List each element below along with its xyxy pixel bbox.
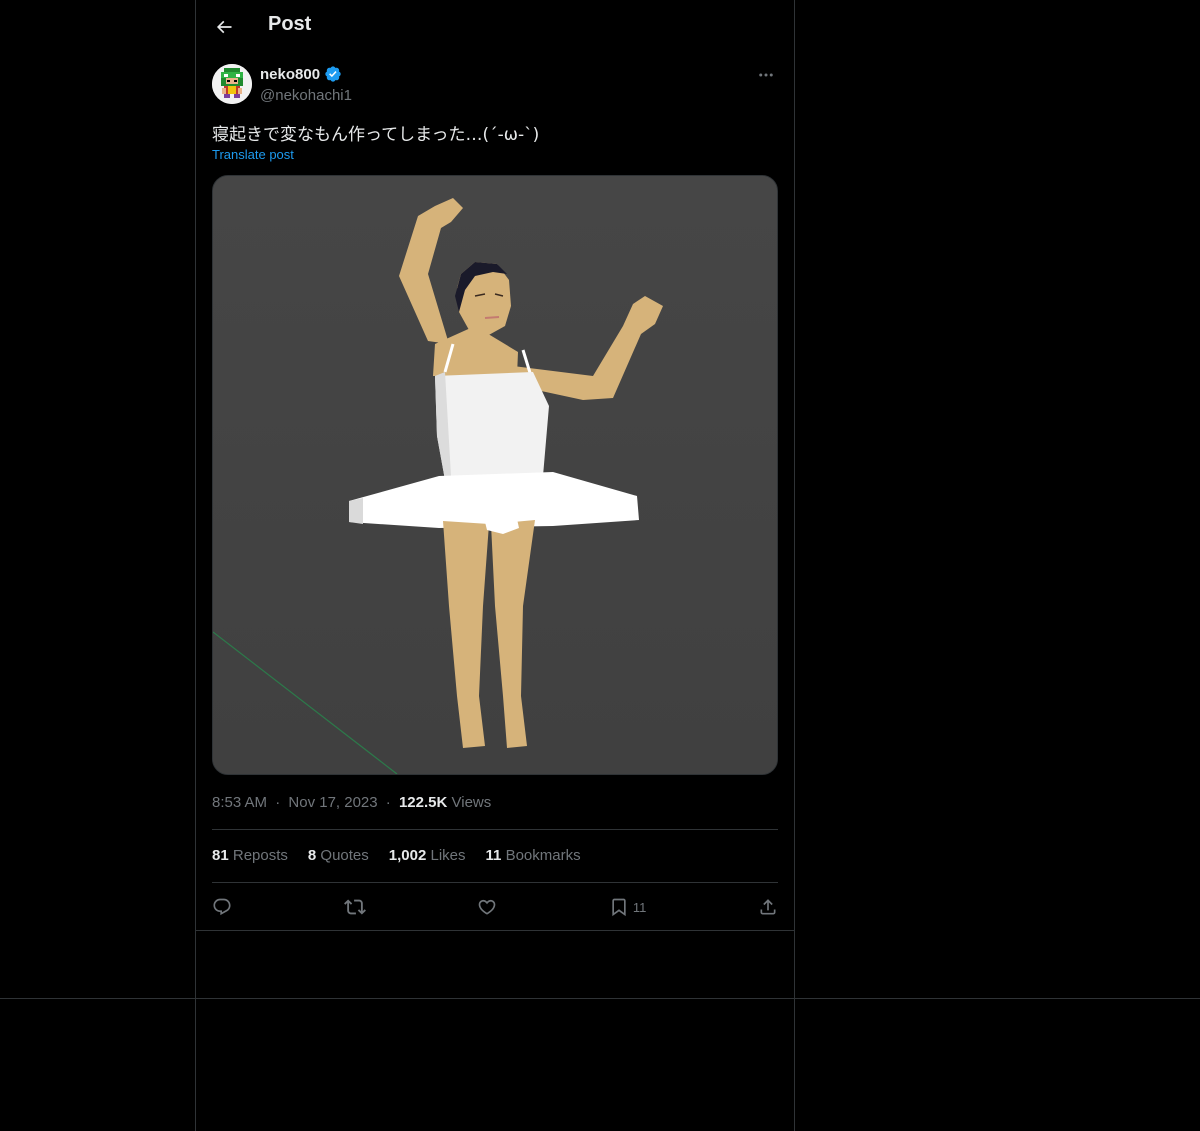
post-date[interactable]: Nov 17, 2023	[288, 794, 377, 811]
views-count: 122.5K	[398, 794, 448, 811]
post-media[interactable]	[212, 175, 778, 775]
back-button[interactable]	[208, 11, 240, 43]
quotes-label: Quotes	[320, 847, 369, 864]
repost-icon	[343, 899, 366, 915]
share-icon	[760, 899, 776, 915]
post-actions: 11	[212, 892, 778, 922]
bookmarks-count: 11	[485, 847, 502, 864]
reposts-stat[interactable]: 81 Reposts	[212, 847, 288, 864]
heart-icon	[478, 899, 496, 915]
share-button[interactable]	[758, 897, 778, 917]
post-stats: 81 Reposts 8 Quotes 1,002 Likes 11 Bookm…	[212, 847, 581, 864]
author-name-row: neko800	[260, 65, 342, 83]
quotes-count: 8	[307, 847, 317, 864]
arrow-left-icon	[216, 20, 232, 34]
ballerina-3d-render-image	[213, 176, 777, 774]
post-text: 寝起きで変なもん作ってしまった…(´-ω-`)	[212, 125, 540, 145]
pixel-avatar-icon	[212, 64, 252, 104]
reposts-count: 81	[212, 847, 229, 864]
post-author: neko800 @nekohachi1	[212, 64, 778, 108]
post-header: Post	[196, 0, 794, 54]
reposts-label: Reposts	[232, 847, 288, 864]
likes-count: 1,002	[388, 847, 427, 864]
stats-divider-top	[212, 829, 778, 830]
bookmarks-stat[interactable]: 11 Bookmarks	[486, 847, 581, 864]
more-options-button[interactable]	[754, 64, 778, 86]
author-display-name[interactable]: neko800	[260, 66, 320, 83]
post-time[interactable]: 8:53 AM	[212, 794, 267, 811]
verified-badge-icon	[325, 66, 341, 82]
likes-label: Likes	[430, 847, 466, 864]
bookmark-button[interactable]: 11	[609, 897, 647, 917]
meta-separator: ·	[275, 794, 281, 811]
meta-separator-2: ·	[385, 794, 391, 811]
reply-icon	[213, 898, 231, 916]
page-title: Post	[268, 13, 312, 35]
bookmark-icon	[612, 898, 626, 917]
translate-post-link[interactable]: Translate post	[212, 147, 294, 162]
more-dots-icon	[759, 73, 773, 77]
like-button[interactable]	[477, 897, 497, 917]
page: Post neko800 @nekohachi1 寝起きで変なもん作ってしまった…	[0, 0, 1200, 1131]
author-handle[interactable]: @nekohachi1	[260, 87, 352, 104]
bookmark-count: 11	[632, 899, 647, 915]
repost-button[interactable]	[343, 896, 366, 918]
bookmarks-label: Bookmarks	[505, 847, 581, 864]
reply-button[interactable]	[212, 897, 232, 917]
views-label: Views	[451, 794, 492, 811]
post-meta: 8:53 AM · Nov 17, 2023 · 122.5K Views	[212, 794, 491, 811]
primary-column: Post neko800 @nekohachi1 寝起きで変なもん作ってしまった…	[195, 0, 795, 1131]
stats-divider-bottom	[212, 882, 778, 883]
quotes-stat[interactable]: 8 Quotes	[308, 847, 369, 864]
avatar[interactable]	[212, 64, 252, 104]
post-bottom-divider	[196, 930, 794, 931]
likes-stat[interactable]: 1,002 Likes	[389, 847, 466, 864]
